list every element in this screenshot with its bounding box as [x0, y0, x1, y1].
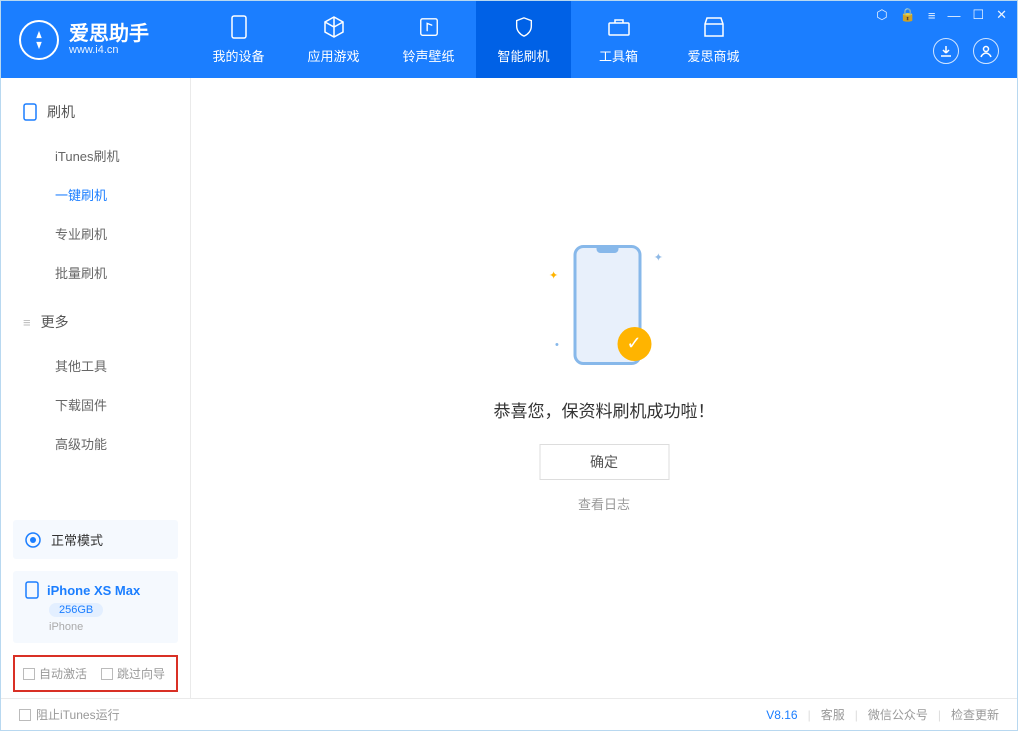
- tab-label: 铃声壁纸: [402, 46, 454, 65]
- checkbox-icon: [23, 668, 35, 680]
- success-panel: ✦ ✦ • ✓ 恭喜您，保资料刷机成功啦！ 确定 查看日志: [494, 239, 715, 513]
- tab-toolbox[interactable]: 工具箱: [571, 1, 666, 78]
- sidebar-item-oneclick-flash[interactable]: 一键刷机: [1, 175, 190, 214]
- group-title: 更多: [41, 312, 69, 332]
- check-badge-icon: ✓: [617, 327, 651, 361]
- tab-label: 工具箱: [599, 46, 638, 65]
- device-icon: [226, 14, 252, 40]
- nav-tabs: 我的设备 应用游戏 铃声壁纸 智能刷机 工具箱 爱思商城: [191, 1, 761, 78]
- sidebar-item-pro-flash[interactable]: 专业刷机: [1, 214, 190, 253]
- checkbox-label: 跳过向导: [117, 665, 165, 682]
- device-name: iPhone XS Max: [47, 583, 140, 598]
- checkbox-auto-activate[interactable]: 自动激活: [23, 665, 87, 682]
- device-name-row: iPhone XS Max: [25, 581, 140, 599]
- footer-right: V8.16 | 客服 | 微信公众号 | 检查更新: [766, 706, 999, 723]
- app-header: 爱思助手 www.i4.cn 我的设备 应用游戏 铃声壁纸 智能刷机 工具箱 爱…: [1, 1, 1017, 78]
- footer-link-update[interactable]: 检查更新: [951, 706, 999, 723]
- group-title: 刷机: [47, 102, 75, 122]
- sidebar-item-batch-flash[interactable]: 批量刷机: [1, 253, 190, 292]
- highlighted-checkbox-row: 自动激活 跳过向导: [13, 655, 178, 692]
- tab-label: 我的设备: [212, 46, 264, 65]
- tab-label: 应用游戏: [307, 46, 359, 65]
- tab-label: 智能刷机: [497, 46, 549, 65]
- logo-area[interactable]: 爱思助手 www.i4.cn: [1, 20, 191, 60]
- shield-icon: [511, 14, 537, 40]
- tab-smart-flash[interactable]: 智能刷机: [476, 1, 571, 78]
- sidebar-group-more: ≡ 更多: [1, 306, 190, 338]
- device-type: iPhone: [49, 621, 83, 633]
- checkbox-icon: [101, 668, 113, 680]
- mode-icon: [25, 532, 41, 548]
- main-content: ✦ ✦ • ✓ 恭喜您，保资料刷机成功啦！ 确定 查看日志: [191, 78, 1017, 698]
- tab-apps-games[interactable]: 应用游戏: [286, 1, 381, 78]
- sidebar-group-flash: 刷机: [1, 96, 190, 128]
- window-controls: ⬡ 🔒 ≡ — ☐ ✕: [876, 7, 1007, 23]
- cube-icon: [321, 14, 347, 40]
- footer-link-wechat[interactable]: 微信公众号: [868, 706, 928, 723]
- body-area: 刷机 iTunes刷机 一键刷机 专业刷机 批量刷机 ≡ 更多 其他工具 下载固…: [1, 78, 1017, 698]
- checkbox-label: 阻止iTunes运行: [36, 706, 120, 723]
- checkbox-block-itunes[interactable]: 阻止iTunes运行: [19, 706, 120, 723]
- footer-link-support[interactable]: 客服: [821, 706, 845, 723]
- shirt-icon[interactable]: ⬡: [876, 7, 887, 23]
- download-icon[interactable]: [933, 38, 959, 64]
- tab-store[interactable]: 爱思商城: [666, 1, 761, 78]
- close-button[interactable]: ✕: [996, 7, 1007, 23]
- tab-label: 爱思商城: [687, 46, 739, 65]
- phone-icon: [25, 581, 39, 599]
- device-box[interactable]: iPhone XS Max 256GB iPhone: [13, 571, 178, 643]
- music-note-icon: [416, 14, 442, 40]
- success-message: 恭喜您，保资料刷机成功啦！: [494, 397, 715, 422]
- footer: 阻止iTunes运行 V8.16 | 客服 | 微信公众号 | 检查更新: [1, 698, 1017, 730]
- tab-ringtone-wallpaper[interactable]: 铃声壁纸: [381, 1, 476, 78]
- sidebar-item-advanced[interactable]: 高级功能: [1, 424, 190, 463]
- sidebar-item-other-tools[interactable]: 其他工具: [1, 346, 190, 385]
- checkbox-label: 自动激活: [39, 665, 87, 682]
- tab-my-device[interactable]: 我的设备: [191, 1, 286, 78]
- view-log-link[interactable]: 查看日志: [578, 494, 630, 513]
- phone-icon: [23, 103, 37, 121]
- sidebar-item-itunes-flash[interactable]: iTunes刷机: [1, 136, 190, 175]
- menu-icon[interactable]: ≡: [928, 8, 936, 23]
- device-storage: 256GB: [49, 603, 103, 617]
- store-icon: [701, 14, 727, 40]
- ok-button[interactable]: 确定: [539, 444, 669, 480]
- app-url: www.i4.cn: [69, 44, 149, 56]
- sidebar: 刷机 iTunes刷机 一键刷机 专业刷机 批量刷机 ≡ 更多 其他工具 下载固…: [1, 78, 191, 698]
- sidebar-item-download-firmware[interactable]: 下载固件: [1, 385, 190, 424]
- mode-label: 正常模式: [51, 530, 103, 549]
- toolbox-icon: [606, 14, 632, 40]
- mode-box[interactable]: 正常模式: [13, 520, 178, 559]
- hamburger-icon: ≡: [23, 315, 31, 330]
- checkbox-icon: [19, 709, 31, 721]
- version-label: V8.16: [766, 708, 797, 722]
- logo-text: 爱思助手 www.i4.cn: [69, 24, 149, 56]
- app-title: 爱思助手: [69, 24, 149, 44]
- header-right-icons: [933, 38, 999, 64]
- user-icon[interactable]: [973, 38, 999, 64]
- lock-icon[interactable]: 🔒: [900, 7, 916, 23]
- checkbox-skip-guide[interactable]: 跳过向导: [101, 665, 165, 682]
- maximize-button[interactable]: ☐: [972, 7, 984, 23]
- minimize-button[interactable]: —: [947, 8, 960, 23]
- phone-success-illustration: ✦ ✦ • ✓: [539, 239, 669, 379]
- app-logo-icon: [19, 20, 59, 60]
